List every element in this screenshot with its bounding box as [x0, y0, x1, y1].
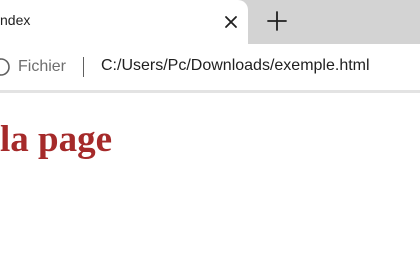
- close-icon[interactable]: [220, 11, 242, 33]
- address-toolbar: Fichier C:/Users/Pc/Downloads/exemple.ht…: [0, 44, 420, 90]
- address-url[interactable]: C:/Users/Pc/Downloads/exemple.html: [101, 57, 370, 75]
- info-icon: [0, 56, 16, 78]
- site-info-button[interactable]: Fichier: [0, 56, 66, 78]
- tab-active[interactable]: ndex: [0, 0, 248, 44]
- new-tab-button[interactable]: [265, 9, 289, 33]
- page-content: la page: [0, 93, 420, 253]
- tab-title: ndex: [0, 12, 31, 28]
- tab-strip: ndex: [0, 0, 420, 44]
- address-separator: [83, 57, 84, 77]
- page-heading: la page: [0, 119, 113, 160]
- scheme-label: Fichier: [18, 58, 67, 75]
- plus-icon: [267, 11, 287, 31]
